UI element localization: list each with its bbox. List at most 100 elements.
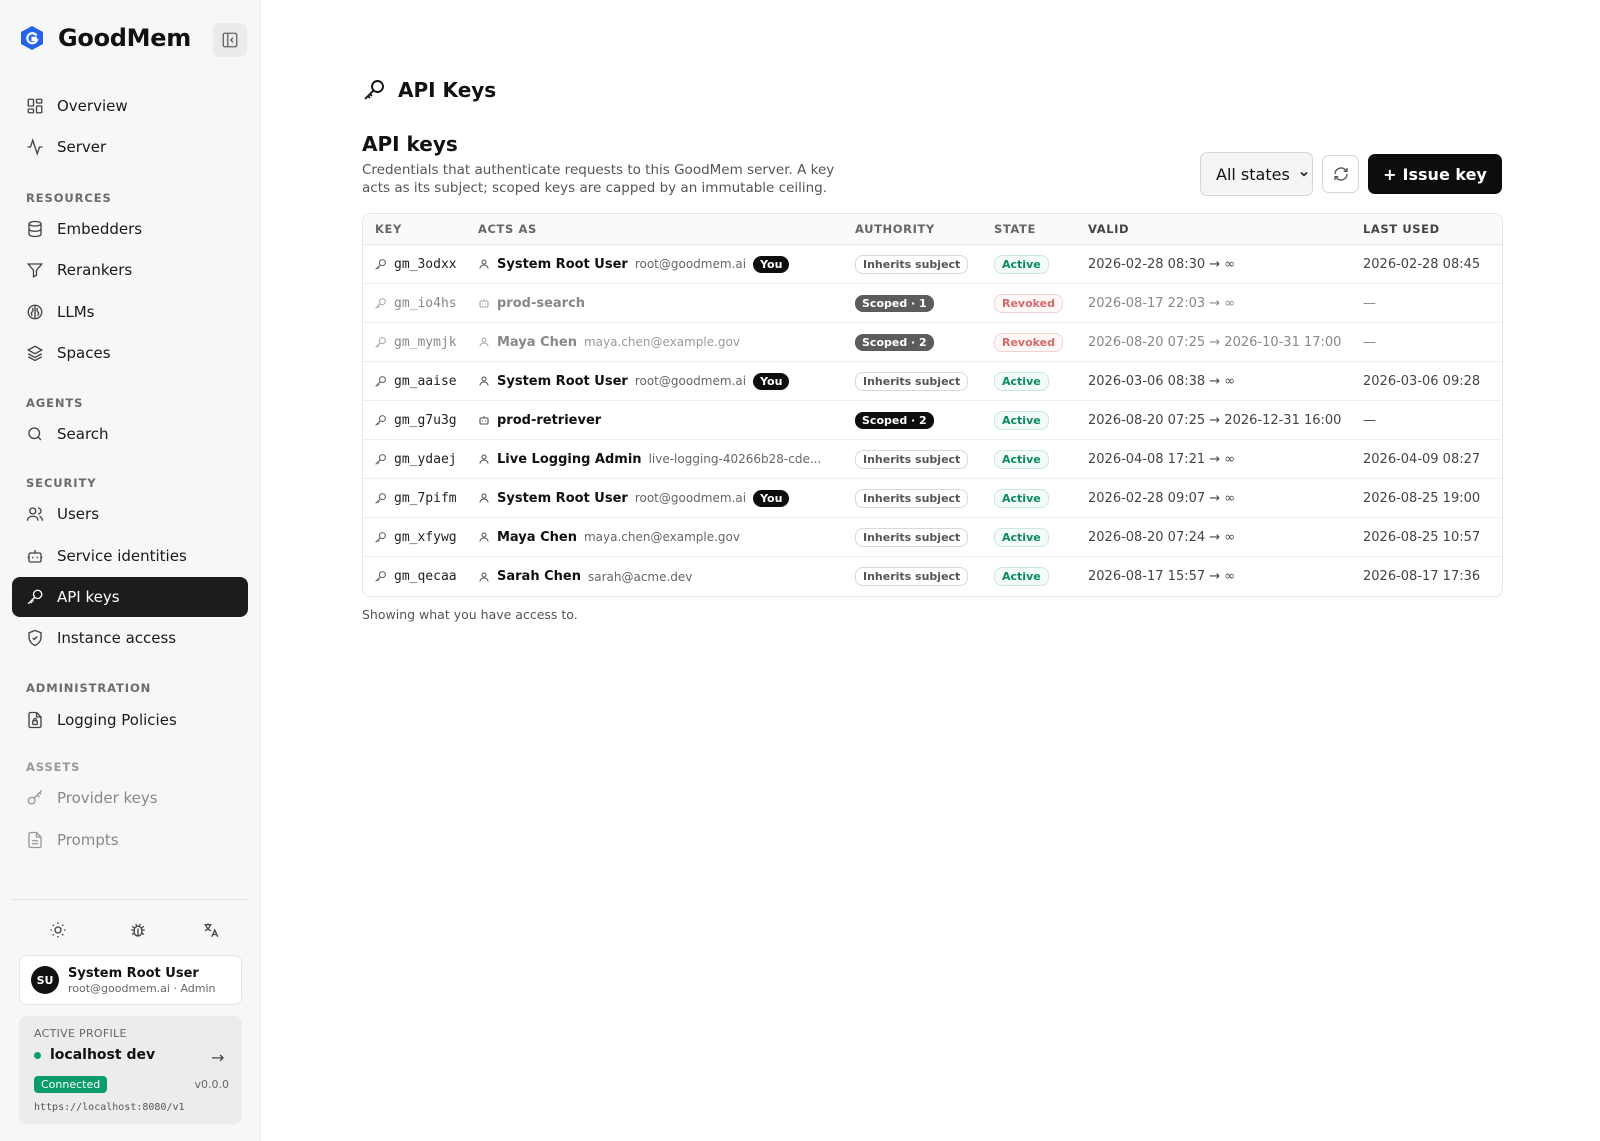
column-header-key[interactable]: KEY xyxy=(363,222,478,236)
subject-email: root@goodmem.ai xyxy=(634,374,747,388)
profile-url: https://localhost:8080/v1 xyxy=(34,1102,185,1113)
shield-icon xyxy=(26,629,44,647)
table-row[interactable]: gm_3odxx System Root User root@goodmem.ai Y… xyxy=(363,245,1502,284)
language-icon[interactable] xyxy=(200,919,222,941)
issue-key-button[interactable]: + Issue key xyxy=(1368,154,1502,194)
key-id[interactable]: gm_xfywg xyxy=(394,530,457,545)
column-header-acts-as[interactable]: ACTS AS xyxy=(478,222,855,236)
cell-key: gm_mymjk xyxy=(363,335,478,350)
theme-toggle-sun-icon[interactable] xyxy=(47,919,69,941)
status-badge: Active xyxy=(994,567,1049,586)
cell-valid: 2026-03-06 08:38 → ∞ xyxy=(1088,373,1236,389)
cell-valid: 2026-02-28 09:07 → ∞ xyxy=(1088,490,1236,506)
cell-valid: 2026-04-08 17:21 → ∞ xyxy=(1088,451,1236,467)
user-card[interactable]: SU System Root User root@goodmem.ai · Ad… xyxy=(19,955,242,1005)
column-header-valid[interactable]: VALID xyxy=(1088,222,1363,236)
cell-acts-as: prod-search xyxy=(478,296,855,311)
user-email-role: root@goodmem.ai · Admin xyxy=(68,981,216,995)
table-row[interactable]: gm_g7u3g prod-retriever Scoped · 2 Active 20… xyxy=(363,401,1502,440)
table-row[interactable]: gm_xfywg Maya Chen maya.chen@example.gov In… xyxy=(363,518,1502,557)
sidebar-item-instance-access[interactable]: Instance access xyxy=(12,618,248,658)
table-row[interactable]: gm_qecaa Sarah Chen sarah@acme.dev Inherits… xyxy=(363,557,1502,596)
key-id[interactable]: gm_mymjk xyxy=(394,335,457,350)
cell-acts-as: Maya Chen maya.chen@example.gov xyxy=(478,530,855,545)
user-name: System Root User xyxy=(68,965,199,981)
column-header-state[interactable]: STATE xyxy=(994,222,1088,236)
status-badge: Active xyxy=(994,488,1049,508)
table-row[interactable]: gm_ydaej Live Logging Admin live-logging-4… xyxy=(363,440,1502,479)
arrow-right-icon[interactable]: → xyxy=(211,1048,224,1067)
refresh-button[interactable] xyxy=(1322,155,1359,193)
sidebar-item-label: LLMs xyxy=(57,303,95,321)
sidebar-item-label: Users xyxy=(57,505,100,523)
file-text-icon xyxy=(26,831,44,849)
sidebar-item-overview[interactable]: Overview xyxy=(12,86,248,126)
sidebar-item-spaces[interactable]: Spaces xyxy=(12,333,248,373)
user-icon xyxy=(478,571,490,583)
sidebar-item-service-identities[interactable]: Service identities xyxy=(12,536,248,576)
profile-name-text: localhost dev xyxy=(50,1047,156,1063)
active-profile-card[interactable]: ACTIVE PROFILE localhost dev → Connected… xyxy=(19,1016,242,1124)
bot-icon xyxy=(478,297,490,309)
table-row[interactable]: gm_io4hs prod-search Scoped · 1 Revoked 2026… xyxy=(363,284,1502,323)
cell-last-used: — xyxy=(1363,412,1376,428)
issue-key-label: Issue key xyxy=(1402,164,1487,184)
cell-acts-as: System Root User root@goodmem.ai You xyxy=(478,489,855,507)
debug-bug-icon[interactable] xyxy=(127,919,149,941)
cell-state: Active xyxy=(994,488,1088,508)
key-id[interactable]: gm_io4hs xyxy=(394,296,457,311)
column-header-last-used[interactable]: LAST USED xyxy=(1363,222,1502,236)
authority-badge: Inherits subject xyxy=(855,449,969,469)
table-body: gm_3odxx System Root User root@goodmem.ai Y… xyxy=(363,245,1502,596)
sidebar-item-label: Provider keys xyxy=(57,789,158,807)
sidebar-item-llms[interactable]: LLMs xyxy=(12,292,248,332)
sidebar-item-logging-policies[interactable]: Logging Policies xyxy=(12,700,248,740)
table-row[interactable]: gm_aaise System Root User root@goodmem.ai Y… xyxy=(363,362,1502,401)
key-id[interactable]: gm_g7u3g xyxy=(394,413,457,428)
sidebar-item-server[interactable]: Server xyxy=(12,127,248,167)
section-description: Credentials that authenticate requests t… xyxy=(362,162,835,196)
cell-last-used: 2026-08-17 17:36 xyxy=(1363,569,1481,584)
key-id[interactable]: gm_qecaa xyxy=(394,569,457,584)
panel-left-icon xyxy=(221,31,239,49)
state-filter-select[interactable]: All states xyxy=(1200,152,1313,196)
sidebar-item-api-keys[interactable]: API keys xyxy=(12,577,248,617)
cell-key: gm_ydaej xyxy=(363,452,478,467)
cell-state: Active xyxy=(994,527,1088,547)
collapse-sidebar-button[interactable] xyxy=(213,23,247,57)
file-lock-icon xyxy=(26,711,44,729)
subject-email: root@goodmem.ai xyxy=(634,491,747,505)
subject-email: sarah@acme.dev xyxy=(587,569,693,584)
sidebar-item-embedders[interactable]: Embedders xyxy=(12,209,248,249)
sidebar-item-label: API keys xyxy=(57,588,120,606)
column-header-authority[interactable]: AUTHORITY xyxy=(855,222,994,236)
brand[interactable]: GoodMem xyxy=(20,24,191,52)
cell-key: gm_7pifm xyxy=(363,491,478,506)
sidebar-item-prompts[interactable]: Prompts xyxy=(12,820,248,860)
cell-acts-as: Live Logging Admin live-logging-40266b28-… xyxy=(478,452,855,467)
cell-authority: Scoped · 2 xyxy=(855,333,994,351)
sidebar-item-users[interactable]: Users xyxy=(12,494,248,534)
sidebar-item-provider-keys[interactable]: Provider keys xyxy=(12,778,248,818)
user-icon xyxy=(478,492,490,504)
subject-email: maya.chen@example.gov xyxy=(583,530,740,544)
cell-acts-as: prod-retriever xyxy=(478,413,855,428)
key-icon xyxy=(374,297,387,310)
key-id[interactable]: gm_ydaej xyxy=(394,452,457,467)
key-id[interactable]: gm_7pifm xyxy=(394,491,457,506)
key-id[interactable]: gm_3odxx xyxy=(394,257,457,272)
table-row[interactable]: gm_7pifm System Root User root@goodmem.ai Y… xyxy=(363,479,1502,518)
key-icon xyxy=(374,492,387,505)
sidebar-item-rerankers[interactable]: Rerankers xyxy=(12,250,248,290)
table-row[interactable]: gm_mymjk Maya Chen maya.chen@example.gov Sc… xyxy=(363,323,1502,362)
authority-badge: Inherits subject xyxy=(855,254,969,274)
cell-authority: Inherits subject xyxy=(855,527,994,547)
authority-badge: Scoped · 1 xyxy=(855,294,934,312)
subject-email: maya.chen@example.gov xyxy=(583,335,740,349)
user-icon xyxy=(478,258,490,270)
key-id[interactable]: gm_aaise xyxy=(394,374,457,389)
authority-badge: Inherits subject xyxy=(855,488,969,508)
key-icon xyxy=(374,531,387,544)
table-footnote: Showing what you have access to. xyxy=(362,607,578,622)
sidebar-item-search[interactable]: Search xyxy=(12,414,248,454)
